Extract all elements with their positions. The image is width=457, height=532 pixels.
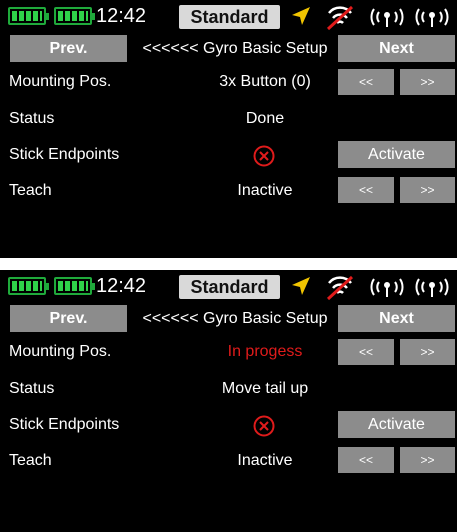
teach-increase-button[interactable]: >> (400, 447, 455, 473)
antenna-2-icon (415, 8, 449, 27)
status-label: Status (9, 380, 55, 397)
next-button[interactable]: Next (338, 35, 455, 62)
mounting-pos-label: Mounting Pos. (9, 343, 112, 360)
clock: 12:42 (96, 5, 147, 27)
clock: 12:42 (96, 275, 147, 297)
mounting-pos-value: In progess (227, 343, 303, 360)
mounting-pos-label: Mounting Pos. (9, 73, 112, 90)
gps-arrow-icon (292, 277, 310, 295)
stick-endpoints-label: Stick Endpoints (9, 146, 120, 163)
teach-label: Teach (9, 452, 52, 469)
status-bar: 12:42 Standard (0, 0, 457, 33)
activate-button[interactable]: Activate (338, 411, 455, 438)
teach-value: Inactive (237, 182, 293, 199)
divider (0, 258, 457, 270)
teach-label: Teach (9, 182, 52, 199)
antenna-1-icon (370, 278, 404, 297)
receiver-battery-icon (54, 7, 95, 25)
antenna-1-icon (370, 8, 404, 27)
status-value: Done (245, 110, 285, 127)
mounting-decrease-button[interactable]: << (338, 69, 394, 95)
antenna-2-icon (415, 278, 449, 297)
transmitter-screen-1: 12:42 Standard Prev. <<<<<< Gyro Basic S… (0, 0, 457, 258)
gps-arrow-icon (292, 7, 310, 25)
error-x-icon (253, 415, 275, 437)
prev-button[interactable]: Prev. (10, 305, 127, 332)
activate-button[interactable]: Activate (338, 141, 455, 168)
mounting-pos-value: 3x Button (0) (219, 73, 311, 90)
status-value: Move tail up (221, 380, 309, 397)
model-mode-button[interactable]: Standard (179, 5, 280, 29)
mounting-decrease-button[interactable]: << (338, 339, 394, 365)
status-bar: 12:42 Standard (0, 270, 457, 303)
transmitter-battery-icon (8, 277, 49, 295)
teach-value: Inactive (237, 452, 293, 469)
stick-endpoints-label: Stick Endpoints (9, 416, 120, 433)
model-mode-button[interactable]: Standard (179, 275, 280, 299)
transmitter-battery-icon (8, 7, 49, 25)
page-title: <<<<<< Gyro Basic Setup (142, 40, 328, 57)
prev-button[interactable]: Prev. (10, 35, 127, 62)
teach-decrease-button[interactable]: << (338, 177, 394, 203)
no-signal-icon (326, 5, 354, 31)
teach-decrease-button[interactable]: << (338, 447, 394, 473)
mounting-increase-button[interactable]: >> (400, 69, 455, 95)
transmitter-screen-2: 12:42 Standard Prev. <<<<<< Gyro Basic S… (0, 270, 457, 528)
error-x-icon (253, 145, 275, 167)
no-signal-icon (326, 275, 354, 301)
mounting-increase-button[interactable]: >> (400, 339, 455, 365)
receiver-battery-icon (54, 277, 95, 295)
status-label: Status (9, 110, 55, 127)
teach-increase-button[interactable]: >> (400, 177, 455, 203)
page-title: <<<<<< Gyro Basic Setup (142, 310, 328, 327)
next-button[interactable]: Next (338, 305, 455, 332)
